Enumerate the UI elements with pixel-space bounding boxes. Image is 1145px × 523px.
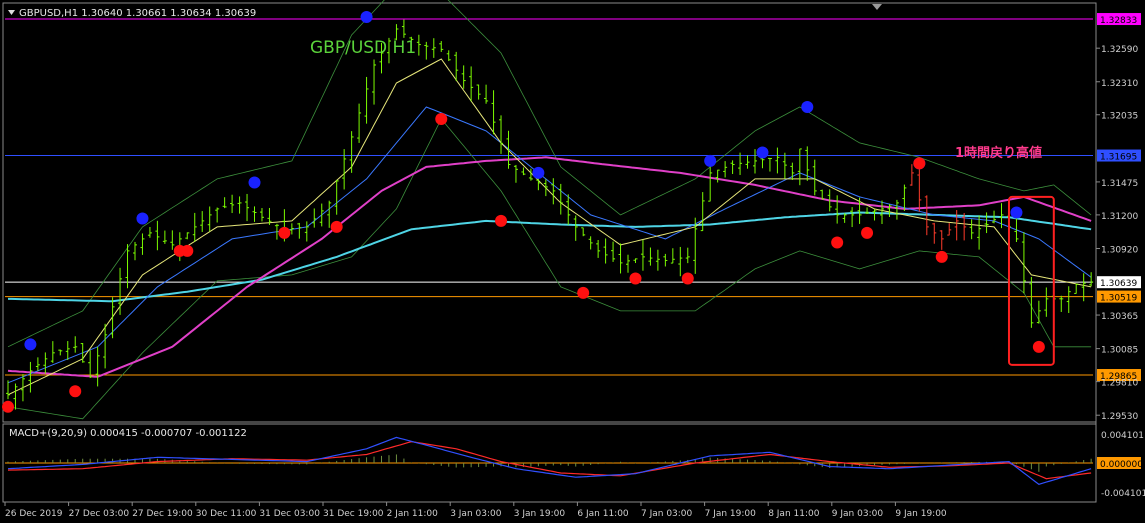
time-tick-label-14: 9 Jan 19:00 bbox=[895, 509, 947, 519]
swing-high-marker-0 bbox=[24, 338, 37, 351]
swing-high-marker-1 bbox=[136, 212, 149, 225]
swing-high-marker-6 bbox=[756, 146, 769, 159]
level-tag-label-1: 1.31695 bbox=[1100, 153, 1137, 163]
macd-label: MACD+(9,20,9) 0.000415 -0.000707 -0.0011… bbox=[9, 428, 247, 439]
swing-low-marker-15 bbox=[1032, 340, 1045, 353]
swing-high-marker-2 bbox=[248, 176, 261, 189]
swing-low-marker-5 bbox=[330, 220, 343, 233]
macd-tick-label-1: 0.000000 bbox=[1100, 460, 1143, 470]
swing-high-marker-7 bbox=[801, 100, 814, 113]
swing-low-marker-7 bbox=[495, 214, 508, 227]
swing-low-marker-8 bbox=[577, 286, 590, 299]
time-tick-label-9: 6 Jan 11:00 bbox=[577, 509, 629, 519]
macd-tick-label-2: -0.004101 bbox=[1101, 489, 1145, 499]
time-tick-label-5: 31 Dec 19:00 bbox=[323, 509, 384, 519]
price-tick-label-5: 1.30920 bbox=[1101, 245, 1138, 255]
swing-low-marker-4 bbox=[278, 226, 291, 239]
time-tick-label-8: 3 Jan 19:00 bbox=[514, 509, 566, 519]
swing-low-marker-9 bbox=[629, 272, 642, 285]
time-tick-label-2: 27 Dec 19:00 bbox=[132, 509, 193, 519]
swing-low-marker-13 bbox=[913, 157, 926, 170]
swing-low-marker-10 bbox=[681, 272, 694, 285]
swing-high-marker-9 bbox=[1010, 206, 1023, 219]
macd-tick-label-0: 0.004101 bbox=[1101, 431, 1144, 441]
price-tick-label-9: 1.29530 bbox=[1101, 412, 1138, 422]
time-tick-label-6: 2 Jan 11:00 bbox=[387, 509, 439, 519]
swing-low-marker-12 bbox=[861, 226, 874, 239]
level-tag-label-2: 1.30639 bbox=[1100, 279, 1137, 289]
symbol-header: GBPUSD,H1 1.30640 1.30661 1.30634 1.3063… bbox=[19, 8, 256, 19]
swing-low-marker-1 bbox=[69, 385, 82, 398]
time-tick-label-4: 31 Dec 03:00 bbox=[259, 509, 320, 519]
time-tick-label-13: 9 Jan 03:00 bbox=[832, 509, 884, 519]
swing-high-marker-5 bbox=[704, 154, 717, 167]
price-tick-label-0: 1.32590 bbox=[1101, 45, 1138, 55]
price-tick-label-1: 1.32310 bbox=[1101, 79, 1138, 89]
time-tick-label-11: 7 Jan 19:00 bbox=[705, 509, 757, 519]
swing-high-annotation: 1時間戻り高値 bbox=[955, 145, 1042, 161]
swing-low-marker-6 bbox=[435, 112, 448, 125]
level-tag-label-0: 1.32833 bbox=[1100, 16, 1137, 26]
time-tick-label-12: 8 Jan 11:00 bbox=[768, 509, 820, 519]
price-tick-label-8: 1.29810 bbox=[1101, 379, 1138, 389]
price-tick-label-3: 1.31475 bbox=[1101, 179, 1138, 189]
time-tick-label-3: 30 Dec 11:00 bbox=[196, 509, 257, 519]
swing-high-marker-4 bbox=[532, 166, 545, 179]
time-tick-label-0: 26 Dec 2019 bbox=[5, 509, 63, 519]
swing-high-marker-3 bbox=[360, 10, 373, 23]
price-chart[interactable]: GBPUSD,H1 1.30640 1.30661 1.30634 1.3063… bbox=[0, 0, 1145, 523]
swing-low-marker-3 bbox=[181, 244, 194, 257]
time-tick-label-7: 3 Jan 03:00 bbox=[450, 509, 502, 519]
time-tick-label-10: 7 Jan 03:00 bbox=[641, 509, 693, 519]
price-tick-label-7: 1.30085 bbox=[1101, 346, 1138, 356]
time-tick-label-1: 27 Dec 03:00 bbox=[69, 509, 130, 519]
price-tick-label-6: 1.30365 bbox=[1101, 312, 1138, 322]
price-tick-label-2: 1.32035 bbox=[1101, 112, 1138, 122]
swing-low-marker-11 bbox=[831, 236, 844, 249]
level-tag-label-3: 1.30519 bbox=[1100, 294, 1137, 304]
swing-low-marker-0 bbox=[2, 400, 14, 413]
chart-watermark: GBP/USD H1 bbox=[310, 38, 416, 58]
swing-low-marker-14 bbox=[935, 250, 948, 263]
price-tick-label-4: 1.31200 bbox=[1101, 212, 1138, 222]
